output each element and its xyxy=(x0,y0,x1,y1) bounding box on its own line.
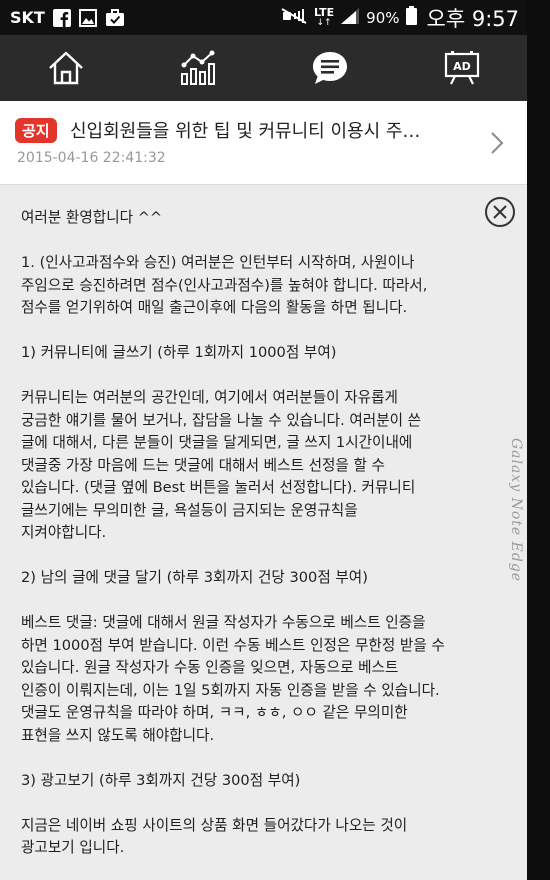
carrier-name: SKT xyxy=(10,8,45,27)
chart-icon xyxy=(181,50,215,85)
top-nav-bar: AD xyxy=(0,35,527,101)
paragraph-score-intro: 1. (인사고과점수와 승진) 여러분은 인턴부터 시작하며, 사원이나 주임으… xyxy=(21,254,428,316)
chevron-right-icon[interactable] xyxy=(490,131,504,155)
gallery-icon xyxy=(78,8,97,27)
home-icon xyxy=(49,51,83,85)
post-header[interactable]: 공지 신입회원들을 위한 팁 및 커뮤니티 이용시 주… 2015-04-16 … xyxy=(0,101,527,185)
nav-home-button[interactable] xyxy=(0,35,132,101)
nav-community-button[interactable] xyxy=(264,35,396,101)
nav-chart-button[interactable] xyxy=(132,35,264,101)
heading-write-post: 1) 커뮤니티에 글쓰기 (하루 1회까지 1000점 부여) xyxy=(21,344,337,361)
mute-icon xyxy=(280,7,308,29)
nav-ad-button[interactable]: AD xyxy=(396,35,527,101)
paragraph-welcome: 여러분 환영합니다 ^^ xyxy=(21,209,163,226)
device-edge-label: Galaxy Note Edge xyxy=(508,438,524,583)
status-clock: 오후 9:57 xyxy=(426,6,519,31)
paragraph-ad-view: 지금은 네이버 쇼핑 사이트의 상품 화면 들어갔다가 나오는 것이 광고보기 … xyxy=(21,816,408,857)
phone-screen: SKT LTE ↓↑ 90% 오후 9:57 AD 공지 신입회원들을 위한 팁… xyxy=(0,0,527,880)
heading-comment: 2) 남의 글에 댓글 달기 (하루 3회까지 건당 300점 부여) xyxy=(21,569,368,586)
facebook-icon xyxy=(52,8,71,27)
battery-icon xyxy=(405,6,417,29)
status-bar: SKT LTE ↓↑ 90% 오후 9:57 xyxy=(0,0,527,35)
notice-badge: 공지 xyxy=(15,118,57,143)
ad-billboard-icon: AD xyxy=(444,51,480,85)
paragraph-community: 커뮤니티는 여러분의 공간인데, 여기에서 여러분들이 자유롭게 궁금한 얘기를… xyxy=(21,389,422,541)
ad-text: AD xyxy=(453,60,471,73)
edge-screen xyxy=(527,0,550,880)
briefcase-check-icon xyxy=(105,8,125,27)
status-bar-right: LTE ↓↑ 90% 오후 9:57 xyxy=(280,0,519,35)
post-title: 신입회원들을 위한 팁 및 커뮤니티 이용시 주… xyxy=(70,121,421,142)
heading-ad-view: 3) 광고보기 (하루 3회까지 건당 300점 부여) xyxy=(21,771,301,789)
signal-icon xyxy=(340,7,360,29)
paragraph-best-comment: 베스트 댓글: 댓글에 대해서 원글 작성자가 수동으로 베스트 인증을 하면 … xyxy=(21,614,445,744)
lte-indicator: LTE ↓↑ xyxy=(313,5,335,28)
battery-percent: 90% xyxy=(366,8,400,27)
post-body: 여러분 환영합니다 ^^ 1. (인사고과점수와 승진) 여러분은 인턴부터 시… xyxy=(21,207,501,860)
community-chat-icon xyxy=(313,52,347,84)
post-date: 2015-04-16 22:41:32 xyxy=(17,150,166,166)
